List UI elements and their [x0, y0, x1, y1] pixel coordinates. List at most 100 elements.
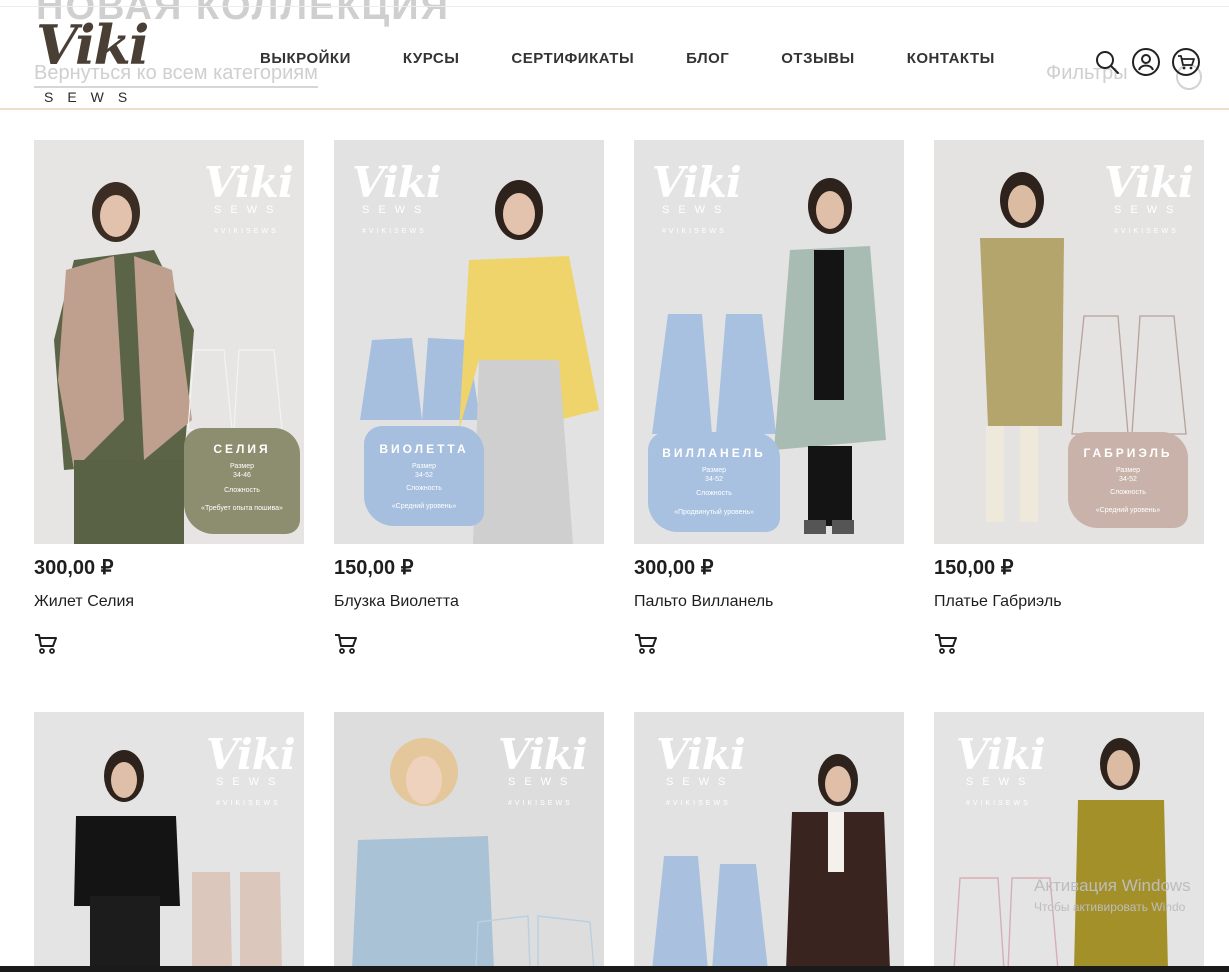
- logo-subtext: SEWS: [44, 89, 142, 105]
- watermark-subtitle: Чтобы активировать Windo: [1034, 900, 1186, 914]
- nav-item-reviews[interactable]: ОТЗЫВЫ: [781, 50, 854, 67]
- taskbar-edge: [0, 966, 1229, 972]
- brand-logo: Viki: [206, 730, 296, 779]
- model-photo: [774, 178, 886, 534]
- brand-logo-sub: SEWS: [666, 776, 735, 788]
- main-nav: ВЫКРОЙКИ КУРСЫ СЕРТИФИКАТЫ БЛОГ ОТЗЫВЫ К…: [260, 50, 1047, 67]
- badge-size-label: Размер: [701, 467, 727, 474]
- brand-hashtag: #VIKISEWS: [214, 228, 279, 235]
- brand-hashtag: #VIKISEWS: [666, 800, 731, 807]
- product-card[interactable]: Viki SEWS #VIKISEWS: [334, 712, 604, 970]
- brand-logo: Viki: [204, 158, 294, 207]
- pattern-badge: ВИЛЛАНЕЛЬ Размер 34-52 Сложность «Продви…: [648, 432, 780, 532]
- add-to-cart-icon[interactable]: [34, 633, 58, 655]
- model-photo: [74, 750, 180, 970]
- brand-logo: Viki: [1104, 158, 1194, 207]
- model-photo: [1074, 738, 1168, 970]
- brand-logo: Viki: [656, 730, 746, 779]
- brand-logo-sub: SEWS: [508, 776, 577, 788]
- badge-level-label: Сложность: [406, 485, 442, 492]
- model-photo: [980, 172, 1064, 522]
- brand-logo-sub: SEWS: [362, 204, 431, 216]
- product-name[interactable]: Блузка Виолетта: [334, 593, 459, 611]
- brand-hashtag: #VIKISEWS: [362, 228, 427, 235]
- product-card[interactable]: Viki SEWS #VIKISEWS ВИОЛЕТТА Размер 34-5…: [334, 140, 604, 660]
- product-name[interactable]: Платье Габриэль: [934, 593, 1062, 611]
- account-icon[interactable]: [1131, 47, 1161, 77]
- brand-logo-sub: SEWS: [662, 204, 731, 216]
- badge-size: 34-52: [705, 476, 723, 483]
- product-image[interactable]: Viki SEWS #VIKISEWS: [934, 712, 1204, 970]
- badge-level: «Средний уровень»: [1095, 507, 1161, 514]
- nav-item-contacts[interactable]: КОНТАКТЫ: [907, 50, 995, 67]
- pattern-sketch: [192, 872, 282, 970]
- brand-hashtag: #VIKISEWS: [662, 228, 727, 235]
- brand-logo: Viki: [956, 730, 1046, 779]
- badge-title: ГАБРИЭЛЬ: [1083, 446, 1173, 460]
- add-to-cart-icon[interactable]: [634, 633, 658, 655]
- product-price: 150,00 ₽: [334, 557, 414, 579]
- product-image[interactable]: Viki SEWS #VIKISEWS СЕЛИЯ Размер 34-46 С…: [34, 140, 304, 544]
- badge-size: 34-52: [415, 472, 433, 479]
- brand-logo: Viki: [652, 158, 742, 207]
- badge-title: ВИОЛЕТТА: [379, 442, 469, 456]
- nav-item-certificates[interactable]: СЕРТИФИКАТЫ: [511, 50, 634, 67]
- product-image[interactable]: Viki SEWS #VIKISEWS ВИЛЛАНЕЛЬ Размер 34-…: [634, 140, 904, 544]
- product-name[interactable]: Жилет Селия: [34, 593, 134, 611]
- product-card[interactable]: Viki SEWS #VIKISEWS СЕЛИЯ Размер 34-46 С…: [34, 140, 304, 660]
- brand-hashtag: #VIKISEWS: [966, 800, 1031, 807]
- product-card[interactable]: Viki SEWS #VIKISEWS: [34, 712, 304, 970]
- product-price: 150,00 ₽: [934, 557, 1014, 579]
- product-card[interactable]: Viki SEWS #VIKISEWS: [634, 712, 904, 970]
- product-image[interactable]: Viki SEWS #VIKISEWS: [334, 712, 604, 970]
- badge-level-label: Сложность: [224, 487, 260, 494]
- badge-size-label: Размер: [229, 463, 255, 470]
- pattern-sketch: [475, 915, 595, 970]
- pattern-badge: ГАБРИЭЛЬ Размер 34-52 Сложность «Средний…: [1068, 432, 1188, 528]
- brand-hashtag: #VIKISEWS: [508, 800, 573, 807]
- nav-item-courses[interactable]: КУРСЫ: [403, 50, 460, 67]
- watermark-title: Активация Windows: [1034, 876, 1191, 895]
- badge-level: «Средний уровень»: [391, 503, 457, 510]
- brand-hashtag: #VIKISEWS: [216, 800, 281, 807]
- add-to-cart-icon[interactable]: [934, 633, 958, 655]
- badge-level-label: Сложность: [696, 490, 732, 497]
- pattern-sketch: [652, 856, 768, 970]
- badge-title: ВИЛЛАНЕЛЬ: [662, 446, 766, 460]
- product-card[interactable]: Viki SEWS #VIKISEWS ВИЛЛАНЕЛЬ Размер 34-…: [634, 140, 904, 660]
- brand-logo: Viki: [498, 730, 588, 779]
- badge-level: «Продвинутый уровень»: [674, 509, 754, 516]
- nav-item-blog[interactable]: БЛОГ: [686, 50, 729, 67]
- model-photo: [786, 754, 890, 970]
- product-price: 300,00 ₽: [634, 557, 714, 579]
- badge-level-label: Сложность: [1110, 489, 1146, 496]
- product-image[interactable]: Viki SEWS #VIKISEWS: [34, 712, 304, 970]
- product-card[interactable]: Viki SEWS #VIKISEWS: [934, 712, 1204, 970]
- pattern-badge: ВИОЛЕТТА Размер 34-52 Сложность «Средний…: [364, 426, 484, 526]
- brand-logo-sub: SEWS: [216, 776, 285, 788]
- badge-size: 34-46: [233, 472, 251, 479]
- badge-level: «Требует опыта пошива»: [201, 505, 283, 512]
- product-image[interactable]: Viki SEWS #VIKISEWS ВИОЛЕТТА Размер 34-5…: [334, 140, 604, 544]
- logo[interactable]: Viki SEWS: [36, 13, 149, 107]
- pattern-sketch: [1071, 315, 1187, 435]
- product-price: 300,00 ₽: [34, 557, 114, 579]
- brand-logo-sub: SEWS: [1114, 204, 1183, 216]
- windows-activation-watermark: Активация Windows Чтобы активировать Win…: [1034, 876, 1191, 914]
- badge-size-label: Размер: [1115, 467, 1141, 474]
- brand-hashtag: #VIKISEWS: [1114, 228, 1179, 235]
- product-name[interactable]: Пальто Вилланель: [634, 593, 773, 611]
- brand-logo-sub: SEWS: [214, 204, 283, 216]
- brand-logo: Viki: [352, 158, 442, 207]
- cart-icon[interactable]: [1171, 47, 1201, 77]
- search-icon[interactable]: [1092, 47, 1122, 77]
- add-to-cart-icon[interactable]: [334, 633, 358, 655]
- badge-title: СЕЛИЯ: [213, 442, 271, 456]
- product-card[interactable]: Viki SEWS #VIKISEWS ГАБРИЭЛЬ Размер 34-5…: [934, 140, 1204, 660]
- badge-size: 34-52: [1119, 476, 1137, 483]
- nav-item-patterns[interactable]: ВЫКРОЙКИ: [260, 50, 351, 67]
- logo-text: Viki: [36, 13, 149, 77]
- product-image[interactable]: Viki SEWS #VIKISEWS: [634, 712, 904, 970]
- badge-size-label: Размер: [411, 463, 437, 470]
- product-image[interactable]: Viki SEWS #VIKISEWS ГАБРИЭЛЬ Размер 34-5…: [934, 140, 1204, 544]
